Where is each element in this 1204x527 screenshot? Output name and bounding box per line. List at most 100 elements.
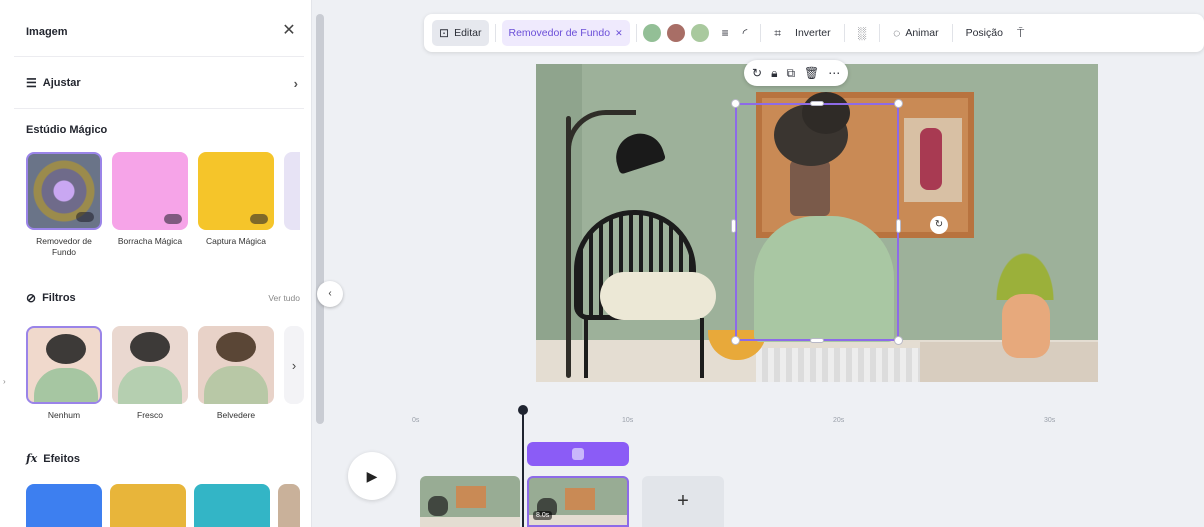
trash-icon[interactable]: 🗑︎ xyxy=(804,66,819,80)
edit-label: Editar xyxy=(454,27,482,39)
corner-rounding-button[interactable]: ◜ xyxy=(736,20,755,46)
transparency-button[interactable]: ░ xyxy=(851,20,874,46)
resize-handle[interactable] xyxy=(810,338,824,343)
magic-item-bg-remover[interactable]: Removedor de Fundo xyxy=(26,152,102,258)
position-button[interactable]: Posição xyxy=(959,20,1010,46)
separator xyxy=(760,24,762,42)
ruler-tick: 20s xyxy=(833,417,845,424)
filter-thumbnail xyxy=(112,326,188,404)
border-style-icon: ≡ xyxy=(721,26,729,40)
color-swatch[interactable] xyxy=(642,24,661,42)
resize-handle[interactable] xyxy=(894,99,903,108)
timeline-clip[interactable] xyxy=(420,476,520,527)
resize-handle[interactable] xyxy=(731,99,740,108)
element-floating-toolbar: ↻ 🔒︎ ⧉ 🗑︎ ⋯ xyxy=(744,60,849,86)
panel-scrollbar[interactable] xyxy=(316,14,324,424)
crop-button[interactable]: ⌗ xyxy=(767,20,788,46)
resize-handle[interactable] xyxy=(894,336,903,345)
magic-item-magic-grab[interactable]: Captura Mágica xyxy=(198,152,274,258)
animate-label: Animar xyxy=(905,27,939,39)
drag-handle-icon xyxy=(572,448,584,460)
filters-next-button[interactable]: › xyxy=(284,326,304,404)
resize-handle[interactable] xyxy=(896,219,901,233)
magic-item-magic-eraser[interactable]: Borracha Mágica xyxy=(112,152,188,258)
bg-remover-thumbnail xyxy=(26,152,102,230)
effect-item[interactable] xyxy=(110,484,186,527)
lock-icon[interactable]: 🔒︎ xyxy=(771,66,777,81)
context-toolbar: ⊡ Editar Removedor de Fundo ✕ ≡ ◜ ⌗ Inve… xyxy=(424,14,1204,52)
crop-icon: ⌗ xyxy=(774,26,782,40)
plant xyxy=(982,230,1068,300)
ruler-tick: 30s xyxy=(1044,417,1056,424)
separator xyxy=(494,24,496,42)
resize-handle[interactable] xyxy=(810,101,824,106)
separator xyxy=(951,24,953,42)
scene-rug xyxy=(756,348,936,382)
animate-button[interactable]: ◌ Animar xyxy=(886,20,945,46)
selection-box[interactable] xyxy=(735,103,899,341)
fx-icon: fx xyxy=(26,452,38,465)
floor-lamp xyxy=(566,116,571,378)
bg-remover-label: Removedor de Fundo xyxy=(508,27,611,39)
plant-pot xyxy=(1002,294,1050,358)
separator xyxy=(843,24,845,42)
adjust-button[interactable]: ☰ Ajustar › xyxy=(26,70,298,96)
filter-item-fresco[interactable]: Fresco xyxy=(112,326,188,420)
plus-icon: + xyxy=(677,490,689,512)
magic-item-label: Removedor de Fundo xyxy=(36,236,92,257)
effect-item[interactable] xyxy=(26,484,102,527)
rotate-icon[interactable]: ↻ xyxy=(930,216,948,234)
separator xyxy=(879,24,881,42)
filter-item-belvedere[interactable]: Belvedere xyxy=(198,326,274,420)
playhead[interactable] xyxy=(522,414,524,527)
resize-handle[interactable] xyxy=(731,219,736,233)
magic-item-label: Captura Mágica xyxy=(205,236,266,246)
filter-thumbnail xyxy=(198,326,274,404)
filter-thumbnail xyxy=(26,326,102,404)
filter-label: Belvedere xyxy=(216,410,256,420)
position-label: Posição xyxy=(965,27,1003,39)
edit-button[interactable]: ⊡ Editar xyxy=(432,20,489,46)
rotate-icon[interactable]: ↻ xyxy=(752,66,762,80)
play-button[interactable]: ▶ xyxy=(348,452,396,500)
add-page-button[interactable]: + xyxy=(642,476,724,527)
magic-eraser-thumbnail xyxy=(112,152,188,230)
effects-header: fx Efeitos xyxy=(26,452,80,465)
flip-button[interactable]: Inverter xyxy=(788,20,838,46)
color-swatch[interactable] xyxy=(690,24,709,42)
filters-icon: ⊘ xyxy=(26,291,37,305)
filter-item-none[interactable]: Nenhum xyxy=(26,326,102,420)
effect-item[interactable] xyxy=(194,484,270,527)
more-icon[interactable]: ⋯ xyxy=(828,66,840,80)
see-all-link[interactable]: Ver tudo xyxy=(268,293,300,303)
color-swatch[interactable] xyxy=(666,24,685,42)
badge-icon xyxy=(164,214,182,224)
filter-list: Nenhum Fresco Belvedere › xyxy=(26,326,304,420)
clip-duration: 8.0s xyxy=(533,511,553,520)
transparency-icon: ░ xyxy=(857,26,867,40)
paint-roller-icon: ⍑ xyxy=(1016,26,1025,40)
chevron-right-icon: › xyxy=(3,377,6,386)
audio-track[interactable] xyxy=(527,442,629,466)
image-side-panel: Imagem ✕ ☰ Ajustar › Estúdio Mágico Remo… xyxy=(0,0,312,527)
bg-remover-button[interactable]: Removedor de Fundo ✕ xyxy=(501,20,630,46)
panel-title: Imagem xyxy=(26,26,68,38)
badge-icon xyxy=(76,212,94,222)
corner-icon: ◜ xyxy=(742,26,748,40)
chair-legs xyxy=(584,318,704,378)
duplicate-icon[interactable]: ⧉ xyxy=(786,66,795,81)
filters-heading: Filtros xyxy=(42,292,76,304)
effect-item-partial[interactable] xyxy=(278,484,300,527)
animate-icon: ◌ xyxy=(893,26,901,40)
close-icon: ✕ xyxy=(615,27,623,38)
effects-list xyxy=(26,484,300,527)
border-style-button[interactable]: ≡ xyxy=(715,20,736,46)
magic-item-next-partial[interactable] xyxy=(284,152,300,230)
paint-format-button[interactable]: ⍑ xyxy=(1010,20,1031,46)
adjust-label: Ajustar xyxy=(42,77,81,89)
close-icon[interactable]: ✕ xyxy=(280,22,298,40)
collapse-panel-button[interactable]: ‹ xyxy=(317,281,343,307)
filter-label: Fresco xyxy=(137,410,163,420)
effects-heading: Efeitos xyxy=(43,453,80,465)
resize-handle[interactable] xyxy=(731,336,740,345)
